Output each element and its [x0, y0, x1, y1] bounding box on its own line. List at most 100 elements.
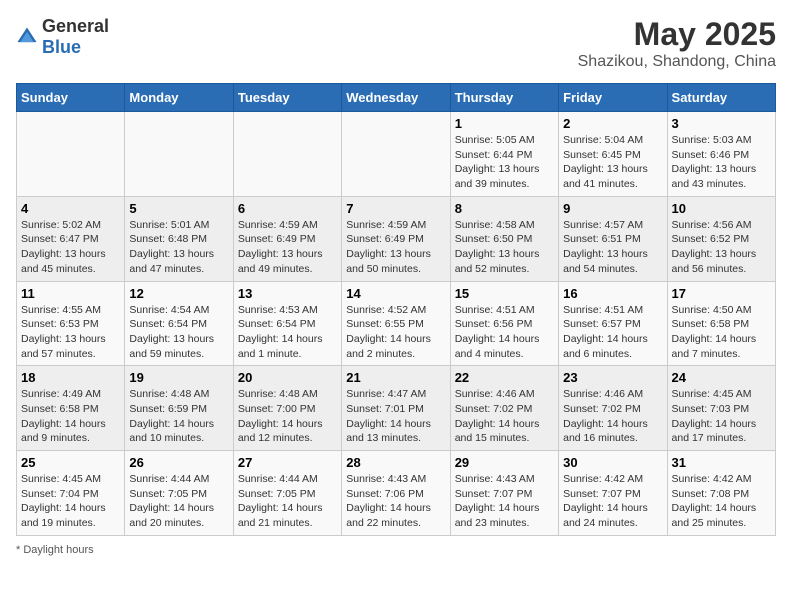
day-number: 15: [455, 286, 554, 301]
logo-text: General Blue: [42, 16, 109, 58]
day-info: Sunrise: 4:44 AM Sunset: 7:05 PM Dayligh…: [238, 472, 337, 531]
calendar-cell: 2Sunrise: 5:04 AM Sunset: 6:45 PM Daylig…: [559, 112, 667, 197]
day-info: Sunrise: 4:42 AM Sunset: 7:08 PM Dayligh…: [672, 472, 771, 531]
day-number: 25: [21, 455, 120, 470]
day-number: 8: [455, 201, 554, 216]
day-number: 28: [346, 455, 445, 470]
day-number: 30: [563, 455, 662, 470]
column-header-friday: Friday: [559, 84, 667, 112]
day-info: Sunrise: 4:56 AM Sunset: 6:52 PM Dayligh…: [672, 218, 771, 277]
day-number: 31: [672, 455, 771, 470]
day-number: 10: [672, 201, 771, 216]
calendar-cell: 10 Sunrise: 4:56 AM Sunset: 6:52 PM Dayli…: [667, 196, 775, 281]
day-info: Sunrise: 4:55 AM Sunset: 6:53 PM Dayligh…: [21, 303, 120, 362]
day-number: 29: [455, 455, 554, 470]
day-info: Sunrise: 4:49 AM Sunset: 6:58 PM Dayligh…: [21, 387, 120, 446]
column-header-saturday: Saturday: [667, 84, 775, 112]
calendar-cell: 22 Sunrise: 4:46 AM Sunset: 7:02 PM Dayli…: [450, 366, 558, 451]
day-number: 20: [238, 370, 337, 385]
calendar-cell: 31 Sunrise: 4:42 AM Sunset: 7:08 PM Dayli…: [667, 451, 775, 536]
day-info: Sunrise: 4:48 AM Sunset: 6:59 PM Dayligh…: [129, 387, 228, 446]
day-info: Sunrise: 4:51 AM Sunset: 6:57 PM Dayligh…: [563, 303, 662, 362]
day-number: 6: [238, 201, 337, 216]
calendar-cell: 9Sunrise: 4:57 AM Sunset: 6:51 PM Daylig…: [559, 196, 667, 281]
day-info: Sunrise: 4:43 AM Sunset: 7:07 PM Dayligh…: [455, 472, 554, 531]
column-header-monday: Monday: [125, 84, 233, 112]
day-number: 4: [21, 201, 120, 216]
logo-general: General: [42, 16, 109, 36]
calendar-cell: 13 Sunrise: 4:53 AM Sunset: 6:54 PM Dayli…: [233, 281, 341, 366]
calendar-cell: 23 Sunrise: 4:46 AM Sunset: 7:02 PM Dayli…: [559, 366, 667, 451]
calendar-cell: 16 Sunrise: 4:51 AM Sunset: 6:57 PM Dayli…: [559, 281, 667, 366]
calendar-cell: 26 Sunrise: 4:44 AM Sunset: 7:05 PM Dayli…: [125, 451, 233, 536]
day-number: 23: [563, 370, 662, 385]
calendar-cell: 29 Sunrise: 4:43 AM Sunset: 7:07 PM Dayli…: [450, 451, 558, 536]
calendar-cell: 1Sunrise: 5:05 AM Sunset: 6:44 PM Daylig…: [450, 112, 558, 197]
day-info: Sunrise: 4:43 AM Sunset: 7:06 PM Dayligh…: [346, 472, 445, 531]
day-number: 13: [238, 286, 337, 301]
calendar-cell: 27 Sunrise: 4:44 AM Sunset: 7:05 PM Dayli…: [233, 451, 341, 536]
calendar-cell: 24 Sunrise: 4:45 AM Sunset: 7:03 PM Dayli…: [667, 366, 775, 451]
calendar-cell: 17 Sunrise: 4:50 AM Sunset: 6:58 PM Dayli…: [667, 281, 775, 366]
calendar-cell: 3Sunrise: 5:03 AM Sunset: 6:46 PM Daylig…: [667, 112, 775, 197]
day-info: Sunrise: 4:51 AM Sunset: 6:56 PM Dayligh…: [455, 303, 554, 362]
day-info: Sunrise: 5:04 AM Sunset: 6:45 PM Dayligh…: [563, 133, 662, 192]
calendar-cell: [17, 112, 125, 197]
day-info: Sunrise: 4:47 AM Sunset: 7:01 PM Dayligh…: [346, 387, 445, 446]
day-info: Sunrise: 4:45 AM Sunset: 7:03 PM Dayligh…: [672, 387, 771, 446]
calendar-cell: 11 Sunrise: 4:55 AM Sunset: 6:53 PM Dayli…: [17, 281, 125, 366]
column-header-tuesday: Tuesday: [233, 84, 341, 112]
day-info: Sunrise: 4:52 AM Sunset: 6:55 PM Dayligh…: [346, 303, 445, 362]
month-year: May 2025: [578, 16, 776, 53]
day-info: Sunrise: 4:46 AM Sunset: 7:02 PM Dayligh…: [455, 387, 554, 446]
calendar-cell: 25 Sunrise: 4:45 AM Sunset: 7:04 PM Dayli…: [17, 451, 125, 536]
day-number: 21: [346, 370, 445, 385]
day-info: Sunrise: 4:53 AM Sunset: 6:54 PM Dayligh…: [238, 303, 337, 362]
day-number: 27: [238, 455, 337, 470]
day-info: Sunrise: 4:50 AM Sunset: 6:58 PM Dayligh…: [672, 303, 771, 362]
day-number: 26: [129, 455, 228, 470]
calendar-week-4: 18Sunrise: 4:49 AM Sunset: 6:58 PM Dayli…: [17, 366, 776, 451]
calendar-cell: 12Sunrise: 4:54 AM Sunset: 6:54 PM Dayli…: [125, 281, 233, 366]
day-number: 5: [129, 201, 228, 216]
calendar-cell: [125, 112, 233, 197]
day-info: Sunrise: 5:01 AM Sunset: 6:48 PM Dayligh…: [129, 218, 228, 277]
calendar-cell: [233, 112, 341, 197]
calendar-cell: 5 Sunrise: 5:01 AM Sunset: 6:48 PM Daylig…: [125, 196, 233, 281]
day-info: Sunrise: 4:48 AM Sunset: 7:00 PM Dayligh…: [238, 387, 337, 446]
logo-icon: [16, 26, 38, 48]
calendar-cell: [342, 112, 450, 197]
day-info: Sunrise: 4:59 AM Sunset: 6:49 PM Dayligh…: [346, 218, 445, 277]
title-block: May 2025 Shazikou, Shandong, China: [578, 16, 776, 71]
calendar-cell: 6Sunrise: 4:59 AM Sunset: 6:49 PM Daylig…: [233, 196, 341, 281]
logo-blue: Blue: [42, 37, 81, 57]
day-number: 11: [21, 286, 120, 301]
calendar-cell: 4Sunrise: 5:02 AM Sunset: 6:47 PM Daylig…: [17, 196, 125, 281]
calendar-cell: 8 Sunrise: 4:58 AM Sunset: 6:50 PM Daylig…: [450, 196, 558, 281]
page-header: General Blue May 2025 Shazikou, Shandong…: [16, 16, 776, 71]
day-number: 17: [672, 286, 771, 301]
calendar-cell: 14Sunrise: 4:52 AM Sunset: 6:55 PM Dayli…: [342, 281, 450, 366]
column-header-wednesday: Wednesday: [342, 84, 450, 112]
day-info: Sunrise: 4:57 AM Sunset: 6:51 PM Dayligh…: [563, 218, 662, 277]
day-number: 24: [672, 370, 771, 385]
column-header-thursday: Thursday: [450, 84, 558, 112]
calendar-week-1: 1Sunrise: 5:05 AM Sunset: 6:44 PM Daylig…: [17, 112, 776, 197]
day-info: Sunrise: 4:44 AM Sunset: 7:05 PM Dayligh…: [129, 472, 228, 531]
day-info: Sunrise: 4:42 AM Sunset: 7:07 PM Dayligh…: [563, 472, 662, 531]
day-number: 16: [563, 286, 662, 301]
day-info: Sunrise: 4:46 AM Sunset: 7:02 PM Dayligh…: [563, 387, 662, 446]
calendar-header-row: SundayMondayTuesdayWednesdayThursdayFrid…: [17, 84, 776, 112]
day-number: 22: [455, 370, 554, 385]
footer: * Daylight hours: [16, 544, 776, 556]
day-info: Sunrise: 4:45 AM Sunset: 7:04 PM Dayligh…: [21, 472, 120, 531]
calendar-week-5: 25 Sunrise: 4:45 AM Sunset: 7:04 PM Dayli…: [17, 451, 776, 536]
logo: General Blue: [16, 16, 109, 58]
day-info: Sunrise: 4:58 AM Sunset: 6:50 PM Dayligh…: [455, 218, 554, 277]
calendar-week-3: 11 Sunrise: 4:55 AM Sunset: 6:53 PM Dayli…: [17, 281, 776, 366]
calendar-cell: 20 Sunrise: 4:48 AM Sunset: 7:00 PM Dayli…: [233, 366, 341, 451]
calendar-cell: 15 Sunrise: 4:51 AM Sunset: 6:56 PM Dayli…: [450, 281, 558, 366]
calendar-table: SundayMondayTuesdayWednesdayThursdayFrid…: [16, 83, 776, 536]
day-info: Sunrise: 5:05 AM Sunset: 6:44 PM Dayligh…: [455, 133, 554, 192]
calendar-cell: 21 Sunrise: 4:47 AM Sunset: 7:01 PM Dayli…: [342, 366, 450, 451]
